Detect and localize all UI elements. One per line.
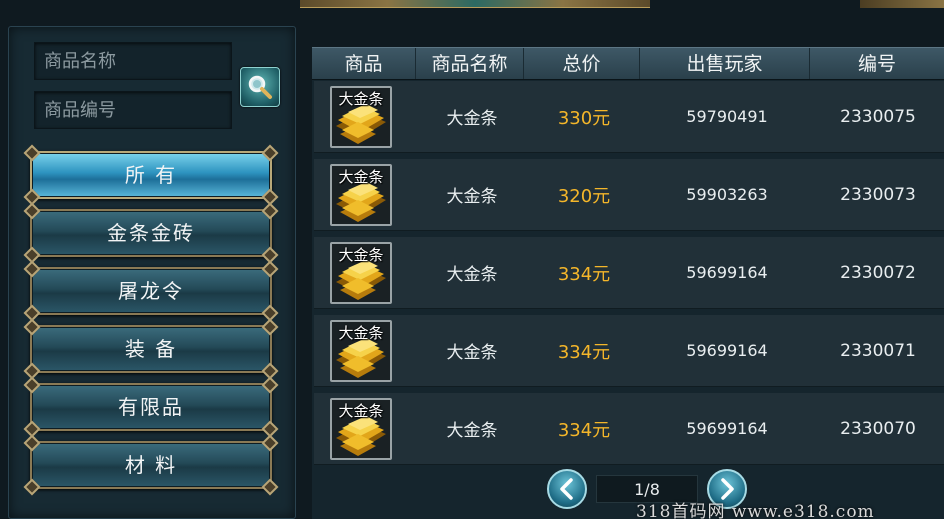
prev-page-button[interactable]: [547, 469, 587, 509]
header-id: 编号: [857, 53, 896, 75]
item-cell: 大金条: [314, 315, 418, 387]
item-icon-label: 大金条: [338, 89, 384, 108]
item-slot[interactable]: 大金条: [330, 85, 392, 148]
item-name-input[interactable]: [34, 42, 232, 80]
item-name: 大金条: [446, 265, 498, 285]
category-label: 有限品: [118, 395, 184, 419]
item-price: 320元: [557, 185, 611, 207]
listing-id: 2330072: [840, 262, 916, 283]
table-row[interactable]: 大金条 大金条 334元 59699164 2330070: [314, 393, 944, 465]
listing-id: 2330070: [840, 418, 916, 439]
table-row[interactable]: 大金条 大金条 320元 59903263 2330073: [314, 159, 944, 231]
item-name: 大金条: [446, 109, 498, 129]
seller-id: 59790491: [686, 107, 768, 126]
seller-id: 59903263: [686, 185, 768, 204]
item-price: 334元: [557, 263, 611, 285]
table-row[interactable]: 大金条 大金条 330元 59790491 2330075: [314, 81, 944, 153]
category-label: 金条金砖: [107, 221, 195, 245]
item-cell: 大金条: [314, 237, 418, 309]
category-label: 屠龙令: [118, 279, 184, 303]
category-label: 装 备: [124, 337, 178, 361]
listing-id: 2330075: [840, 106, 916, 127]
category-button[interactable]: 有限品: [23, 376, 279, 438]
category-button[interactable]: 屠龙令: [23, 260, 279, 322]
magnifier-icon: [248, 75, 272, 99]
item-price: 334元: [557, 341, 611, 363]
top-ornament-right: [860, 0, 944, 8]
category-button[interactable]: 所 有: [23, 144, 279, 206]
item-cell: 大金条: [314, 393, 418, 465]
header-item: 商品: [312, 48, 416, 79]
category-button[interactable]: 装 备: [23, 318, 279, 380]
watermark: 318首码网 www.e318.com: [636, 502, 875, 519]
top-ornament: [300, 0, 650, 8]
category-button[interactable]: 材 料: [23, 434, 279, 496]
item-cell: 大金条: [314, 159, 418, 231]
item-price: 330元: [557, 107, 611, 129]
seller-id: 59699164: [686, 263, 768, 282]
item-icon-label: 大金条: [338, 167, 384, 186]
item-name: 大金条: [446, 421, 498, 441]
item-name: 大金条: [446, 343, 498, 363]
header-name: 商品名称: [416, 48, 524, 79]
listing-id: 2330071: [840, 340, 916, 361]
seller-id: 59699164: [686, 419, 768, 438]
item-icon-label: 大金条: [338, 401, 384, 420]
table-row[interactable]: 大金条 大金条 334元 59699164 2330071: [314, 315, 944, 387]
header-price: 总价: [524, 48, 640, 79]
table-row[interactable]: 大金条 大金条 334元 59699164 2330072: [314, 237, 944, 309]
seller-id: 59699164: [686, 341, 768, 360]
table-header: 商品 商品名称 总价 出售玩家 编号: [312, 47, 944, 80]
search-button[interactable]: [240, 67, 280, 107]
header-seller: 出售玩家: [640, 48, 810, 79]
item-price: 334元: [557, 419, 611, 441]
item-slot[interactable]: 大金条: [330, 241, 392, 304]
item-icon-label: 大金条: [338, 323, 384, 342]
listing-id: 2330073: [840, 184, 916, 205]
item-slot[interactable]: 大金条: [330, 163, 392, 226]
category-button[interactable]: 金条金砖: [23, 202, 279, 264]
item-slot[interactable]: 大金条: [330, 319, 392, 382]
item-name: 大金条: [446, 187, 498, 207]
listing-panel: 商品 商品名称 总价 出售玩家 编号 大金条 大金条 330元 59790491 233…: [312, 47, 944, 519]
category-label: 所 有: [124, 163, 178, 187]
chevron-left-icon: [560, 478, 573, 500]
item-cell: 大金条: [314, 81, 418, 153]
item-slot[interactable]: 大金条: [330, 397, 392, 460]
item-icon-label: 大金条: [338, 245, 384, 264]
category-label: 材 料: [124, 453, 178, 477]
item-code-input[interactable]: [34, 91, 232, 129]
